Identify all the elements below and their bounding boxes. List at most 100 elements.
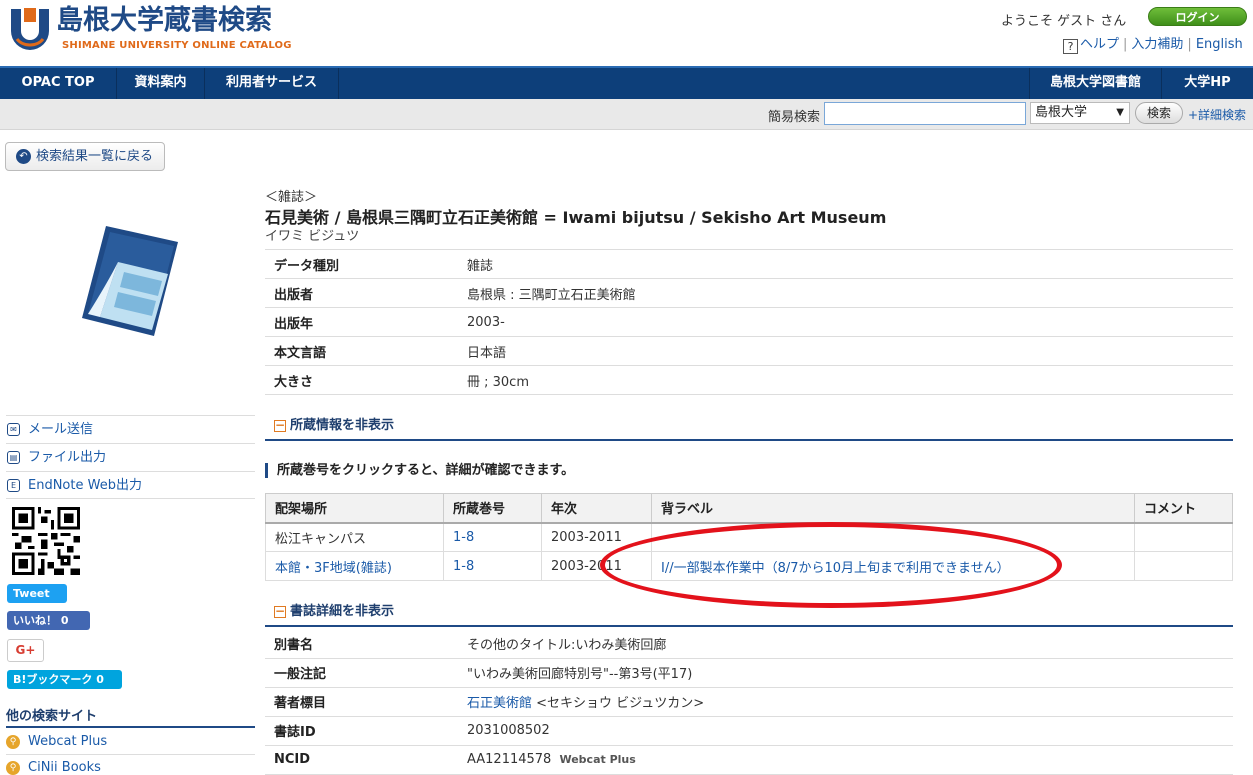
holdings-note: 所蔵巻号をクリックすると、詳細が確認できます。 (265, 463, 574, 478)
endnote-export-label: EndNote Web出力 (28, 478, 142, 493)
volume-cell: 1-8 (443, 522, 542, 552)
author-heading-link[interactable]: 石正美術館 (467, 696, 532, 711)
table-row: NCID AA12114578 Webcat Plus (265, 745, 1233, 775)
like-label: いいね！ 0 (13, 614, 69, 627)
qr-code-icon (12, 507, 80, 575)
record-actions: ✉ メール送信 ▤ ファイル出力 E EndNote Web出力 (6, 415, 255, 499)
cinii-books-link[interactable]: ⚲ CiNii Books (6, 755, 255, 775)
table-row: 本文言語 日本語 (265, 336, 1233, 366)
column-header: コメント (1134, 493, 1233, 524)
table-row: 書誌ID 2031008502 (265, 716, 1233, 746)
file-export-label: ファイル出力 (28, 450, 107, 465)
holdings-toggle-label: 所蔵情報を非表示 (290, 418, 395, 433)
field-value: 雑誌 (458, 249, 1233, 279)
nav-materials-guide[interactable]: 資料案内 (117, 68, 205, 99)
label-cell (651, 522, 1135, 552)
field-key: 著者標目 (265, 687, 458, 717)
year-cell: 2003-2011 (541, 522, 652, 552)
field-key: 出版年 (265, 307, 458, 337)
email-action[interactable]: ✉ メール送信 (6, 415, 255, 443)
nav-university-hp[interactable]: 大学HP (1161, 68, 1253, 99)
field-key: 本文言語 (265, 336, 458, 366)
magnifier-icon: ⚲ (6, 735, 20, 749)
nav-opac-top[interactable]: OPAC TOP (0, 68, 117, 99)
google-plus-button[interactable]: G+ (7, 639, 44, 662)
field-key: NCID (265, 745, 458, 775)
email-action-label: メール送信 (28, 422, 94, 437)
field-key: 大きさ (265, 365, 458, 395)
field-value: 日本語 (458, 336, 1233, 366)
ncid-value: AA12114578 (467, 752, 552, 767)
author-heading-reading: <セキショウ ビジュツカン> (532, 696, 705, 711)
english-link[interactable]: English (1196, 37, 1243, 52)
endnote-icon: E (7, 479, 20, 492)
collapse-icon: − (274, 604, 286, 618)
location-link[interactable]: 本館・3F地域(雑誌) (275, 561, 392, 576)
column-header: 背ラベル (651, 493, 1135, 524)
site-title[interactable]: 島根大学蔵書検索 (56, 4, 272, 38)
volume-link[interactable]: 1-8 (453, 530, 474, 545)
university-logo-icon[interactable] (7, 5, 53, 51)
comment-cell (1134, 522, 1233, 552)
separator: | (1123, 37, 1128, 52)
webcat-plus-label: Webcat Plus (28, 734, 108, 749)
file-icon: ▤ (7, 451, 20, 464)
field-key: 書誌ID (265, 716, 458, 746)
location-cell: 松江キャンパス (265, 522, 444, 552)
separator: | (1187, 37, 1192, 52)
label-link[interactable]: I//一部製本作業中（8/7から10月上旬まで利用できません） (661, 561, 1010, 576)
column-header: 所蔵巻号 (443, 493, 542, 524)
bib-details-toggle-label: 書誌詳細を非表示 (290, 604, 395, 619)
search-scope-select[interactable]: 島根大学 ▼ (1030, 102, 1130, 124)
field-key: 一般注記 (265, 658, 458, 688)
bib-details-table: 別書名 その他のタイトル:いわみ美術回廊 一般注記 "いわみ美術回廊特別号"--第3… (265, 629, 1233, 775)
record-basic-info: データ種別 雑誌 出版者 島根県 : 三隅町立石正美術館 出版年 2003- 本文言語… (265, 249, 1233, 395)
back-arrow-icon: ↶ (16, 149, 31, 164)
table-row: 本館・3F地域(雑誌) 1-8 2003-2011 I//一部製本作業中（8/7… (265, 551, 1233, 581)
back-to-results-button[interactable]: ↶ 検索結果一覧に戻る (5, 142, 165, 171)
table-row: 著者標目 石正美術館 <セキショウ ビジュツカン> (265, 687, 1233, 717)
search-scope-value: 島根大学 (1035, 105, 1088, 120)
login-button[interactable]: ログイン (1148, 7, 1247, 26)
quick-search-label: 簡易検索 (768, 110, 821, 125)
holdings-toggle[interactable]: − 所蔵情報を非表示 (265, 413, 1233, 441)
main-nav: OPAC TOP 資料案内 利用者サービス 島根大学図書館 大学HP (0, 66, 1253, 99)
field-key: 別書名 (265, 629, 458, 659)
webcat-plus-link[interactable]: Webcat Plus (559, 753, 635, 766)
mail-icon: ✉ (7, 423, 20, 436)
volume-link[interactable]: 1-8 (453, 559, 474, 574)
back-to-results-label: 検索結果一覧に戻る (36, 149, 154, 164)
field-value: その他のタイトル:いわみ美術回廊 (458, 629, 1233, 659)
record-type-tag: ＜雑誌＞ (265, 190, 318, 205)
column-header: 配架場所 (265, 493, 444, 524)
tweet-button[interactable]: Tweet (7, 584, 67, 603)
field-value: AA12114578 Webcat Plus (458, 745, 1233, 775)
help-links: ? ヘルプ | 入力補助 | English (1063, 33, 1247, 54)
location-cell: 本館・3F地域(雑誌) (265, 551, 444, 581)
holdings-table: 配架場所 所蔵巻号 年次 背ラベル コメント 松江キャンパス 1-8 2003-… (265, 493, 1233, 581)
search-button[interactable]: 検索 (1135, 102, 1183, 124)
advanced-search-link[interactable]: +詳細検索 (1188, 106, 1246, 123)
field-value: 島根県 : 三隅町立石正美術館 (458, 278, 1233, 308)
help-link[interactable]: ヘルプ (1080, 37, 1119, 52)
quick-search-bar: 簡易検索 島根大学 ▼ 検索 +詳細検索 (0, 99, 1253, 130)
file-export-action[interactable]: ▤ ファイル出力 (6, 443, 255, 471)
header: 島根大学蔵書検索 SHIMANE UNIVERSITY ONLINE CATAL… (0, 0, 1253, 66)
endnote-export-action[interactable]: E EndNote Web出力 (6, 471, 255, 499)
column-header: 年次 (541, 493, 652, 524)
hatena-bookmark-button[interactable]: B!ブックマーク 0 (7, 670, 122, 689)
quick-search-input[interactable] (824, 102, 1026, 125)
bib-details-toggle[interactable]: − 書誌詳細を非表示 (265, 599, 1233, 627)
magnifier-icon: ⚲ (6, 761, 20, 775)
comment-cell (1134, 551, 1233, 581)
table-row: 出版年 2003- (265, 307, 1233, 337)
table-row: 大きさ冊 ; 30cm (265, 365, 1233, 395)
nav-user-services[interactable]: 利用者サービス (205, 68, 339, 99)
nav-library[interactable]: 島根大学図書館 (1029, 68, 1161, 99)
input-help-link[interactable]: 入力補助 (1131, 37, 1183, 52)
tweet-label: Tweet (13, 587, 50, 600)
facebook-like-button[interactable]: いいね！ 0 (7, 611, 90, 630)
help-icon[interactable]: ? (1063, 39, 1078, 54)
site-subtitle: SHIMANE UNIVERSITY ONLINE CATALOG (62, 40, 292, 51)
webcat-plus-link[interactable]: ⚲ Webcat Plus (6, 729, 255, 755)
